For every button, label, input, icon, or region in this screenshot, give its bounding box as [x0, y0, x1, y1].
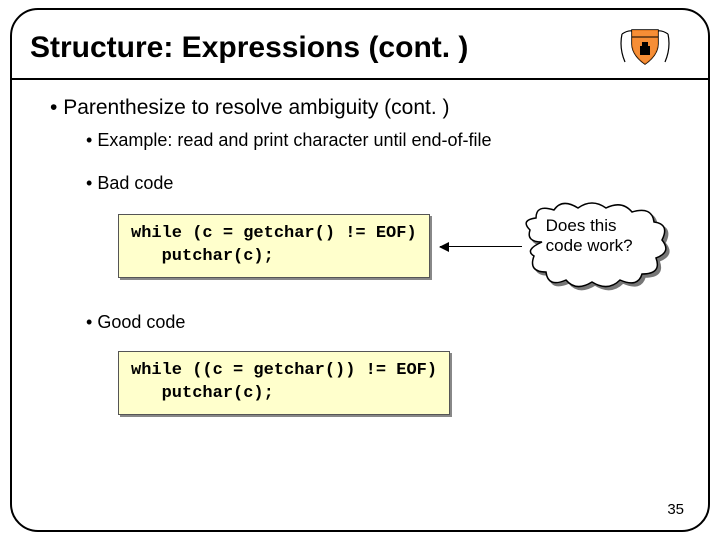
- shield-icon: [610, 24, 680, 72]
- slide-title: Structure: Expressions (cont. ): [30, 31, 468, 65]
- code-bad: while (c = getchar() != EOF) putchar(c);: [118, 214, 430, 278]
- bullet-bad-code: Bad code: [86, 173, 678, 194]
- callout-cloud: Does this code work?: [522, 202, 670, 290]
- title-row: Structure: Expressions (cont. ): [12, 10, 708, 78]
- bullet-level1: Parenthesize to resolve ambiguity (cont.…: [50, 96, 678, 120]
- slide-content: Parenthesize to resolve ambiguity (cont.…: [12, 80, 708, 435]
- bullet-example: Example: read and print character until …: [86, 130, 678, 151]
- code-good: while ((c = getchar()) != EOF) putchar(c…: [118, 351, 450, 415]
- slide-frame: Structure: Expressions (cont. ) Parenthe…: [10, 8, 710, 532]
- bullet-good-code: Good code: [86, 312, 678, 333]
- callout-text: Does this code work?: [546, 216, 652, 257]
- bad-code-row: while (c = getchar() != EOF) putchar(c);…: [42, 202, 678, 290]
- arrow-icon: [440, 246, 522, 247]
- page-number: 35: [667, 501, 684, 518]
